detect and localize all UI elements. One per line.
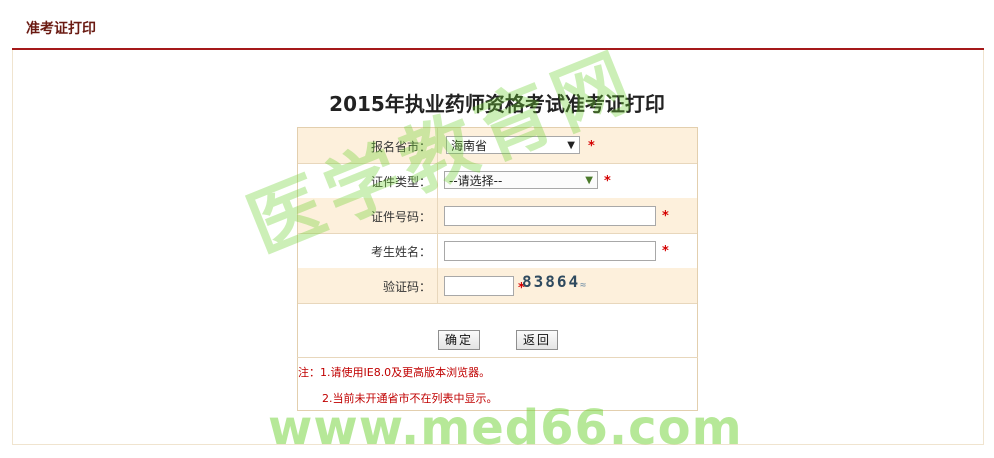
confirm-button[interactable]: 确定 — [438, 330, 480, 350]
note-line-2: 2.当前未开通省市不在列表中显示。 — [322, 392, 498, 405]
row-divider — [437, 128, 438, 163]
header-bar: 准考证打印 — [12, 0, 984, 50]
id-type-select[interactable]: --请选择-- ▼ — [444, 171, 598, 189]
id-type-label: 证件类型： — [370, 175, 431, 189]
row-divider — [437, 268, 438, 303]
captcha-text: 83864 — [522, 272, 581, 291]
id-number-label: 证件号码： — [370, 210, 431, 224]
back-button[interactable]: 返回 — [516, 330, 558, 350]
captcha-label: 验证码： — [382, 280, 431, 294]
required-mark: * — [662, 209, 669, 224]
id-type-select-value: --请选择-- — [449, 174, 503, 188]
form-row-province: 报名省市： 海南省 ▼ * — [298, 128, 697, 164]
chevron-down-icon: ▼ — [585, 175, 593, 186]
required-mark: * — [604, 174, 611, 189]
captcha-noise: ≈ — [580, 280, 587, 291]
row-divider — [437, 198, 438, 233]
captcha-image[interactable]: 83864 ≈ — [522, 272, 597, 296]
name-label: 考生姓名： — [370, 245, 431, 259]
notes-divider — [297, 357, 698, 358]
required-mark: * — [662, 244, 669, 259]
row-divider — [437, 163, 438, 198]
id-number-input[interactable] — [444, 206, 656, 226]
page-title: 2015年执业药师资格考试准考证打印 — [329, 92, 665, 116]
row-divider — [437, 233, 438, 268]
form-row-id-number: 证件号码： * — [298, 198, 697, 234]
province-select-value: 海南省 — [451, 139, 488, 153]
note-line-1: 注：1.请使用IE8.0及更高版本浏览器。 — [298, 366, 491, 379]
name-input[interactable] — [444, 241, 656, 261]
header-title: 准考证打印 — [26, 21, 96, 37]
form-row-captcha: 验证码： * 83864 ≈ — [298, 268, 697, 304]
province-label: 报名省市： — [370, 140, 431, 154]
province-select[interactable]: 海南省 ▼ — [446, 136, 580, 154]
captcha-input[interactable] — [444, 276, 514, 296]
chevron-down-icon: ▼ — [567, 140, 575, 151]
form-row-id-type: 证件类型： --请选择-- ▼ * — [298, 163, 697, 199]
form-row-name: 考生姓名： * — [298, 233, 697, 269]
required-mark: * — [588, 139, 595, 154]
